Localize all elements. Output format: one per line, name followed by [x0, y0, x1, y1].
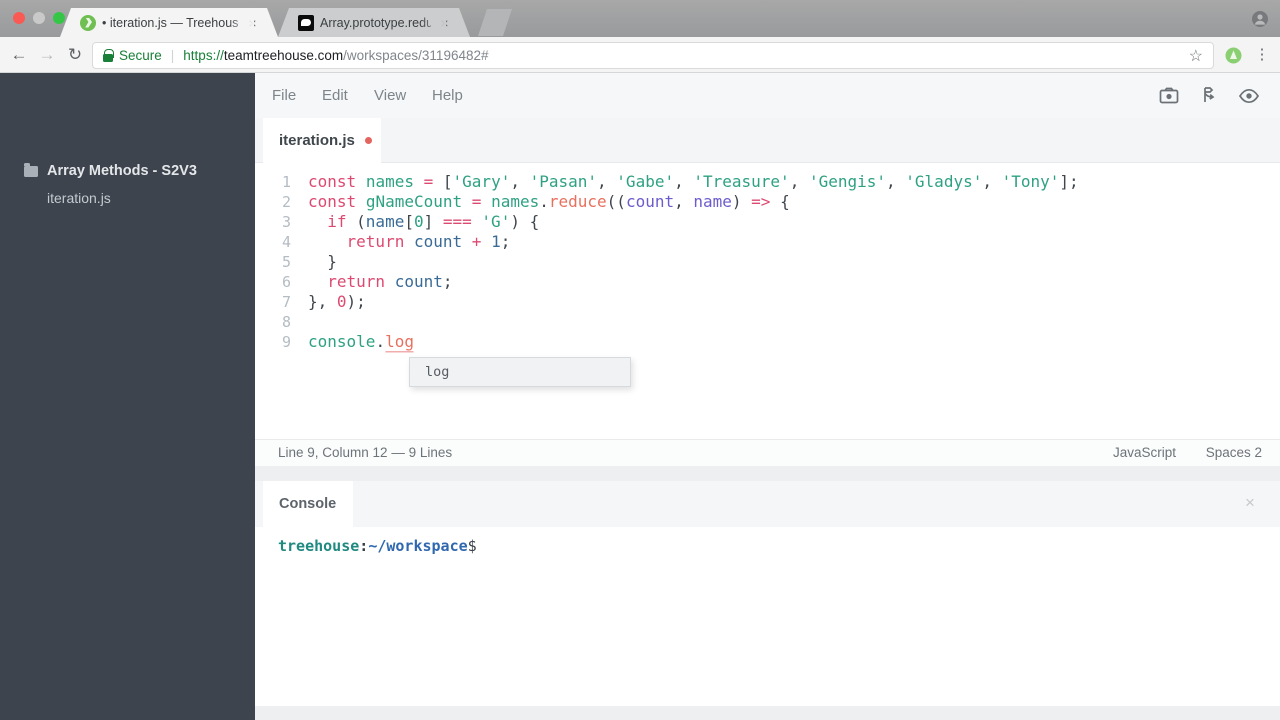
code-text: console.log	[308, 332, 414, 351]
menu-view[interactable]: View	[374, 73, 406, 118]
browser-tab-mdn[interactable]: Array.prototype.reduce() - Jav ×	[278, 8, 470, 37]
cursor-position-status: Line 9, Column 12 — 9 Lines	[278, 445, 453, 460]
close-window-button[interactable]	[13, 12, 25, 24]
bookmark-star-icon[interactable]: ☆	[1189, 46, 1203, 66]
code-text: return count;	[327, 272, 453, 291]
url-scheme: https://	[183, 48, 224, 63]
unsaved-changes-dot	[364, 137, 372, 144]
prompt-symbol: $	[467, 537, 477, 555]
code-line[interactable]: 1 const names = ['Gary', 'Pasan', 'Gabe',…	[255, 172, 1280, 192]
editor-menubar: File Edit View Help	[255, 73, 1280, 118]
line-number: 3	[281, 213, 291, 231]
menu-help[interactable]: Help	[432, 73, 463, 118]
preview-eye-icon[interactable]	[1238, 85, 1260, 107]
code-text: return count + 1;	[346, 232, 511, 251]
fork-icon[interactable]	[1198, 85, 1220, 107]
line-number: 7	[281, 293, 291, 311]
folder-icon	[24, 163, 38, 177]
code-text: if (name[0] === 'G') {	[327, 212, 540, 231]
project-row[interactable]: Array Methods - S2V3	[24, 163, 197, 179]
code-text: }	[308, 252, 337, 271]
tab-title: Array.prototype.reduce() - Jav	[320, 15, 420, 30]
code-editor[interactable]: 1 const names = ['Gary', 'Pasan', 'Gabe',…	[255, 163, 1280, 439]
treehouse-extension-icon[interactable]	[1225, 47, 1242, 64]
project-name: Array Methods - S2V3	[47, 163, 197, 179]
reload-button[interactable]: ↻	[63, 43, 87, 67]
tab-title: • iteration.js — Treehouse Wor	[102, 15, 226, 30]
code-line[interactable]: 9 console.log	[255, 332, 1280, 352]
code-text: const gNameCount = names.reduce((count, …	[308, 192, 790, 211]
url-separator: |	[170, 48, 175, 63]
workspace-sidebar: Array Methods - S2V3 iteration.js	[0, 73, 255, 720]
line-number: 9	[281, 333, 291, 351]
code-line[interactable]: 7 }, 0);	[255, 292, 1280, 312]
browser-window: • iteration.js — Treehouse Wor × Array.p…	[0, 0, 1280, 720]
autocomplete-item-log[interactable]: log	[425, 364, 449, 380]
treehouse-favicon-icon	[80, 15, 96, 31]
code-line[interactable]: 6 return count;	[255, 272, 1280, 292]
editor-tab-iteration-js[interactable]: iteration.js	[263, 118, 381, 163]
line-number: 1	[281, 173, 291, 191]
url-omnibox[interactable]: Secure | https://teamtreehouse.com/works…	[92, 42, 1214, 69]
forward-button[interactable]: →	[35, 43, 59, 67]
snapshot-camera-icon[interactable]	[1158, 85, 1180, 107]
line-number: 6	[281, 273, 291, 291]
prompt-separator: :	[359, 537, 369, 555]
code-line[interactable]: 5 }	[255, 252, 1280, 272]
code-line[interactable]: 2 const gNameCount = names.reduce((count,…	[255, 192, 1280, 212]
tab-title-fade	[420, 8, 446, 37]
url-domain: teamtreehouse.com	[223, 48, 344, 63]
code-text: const names = ['Gary', 'Pasan', 'Gabe', …	[308, 172, 1079, 191]
indent-setting[interactable]: Spaces 2	[1206, 440, 1262, 466]
terminal-prompt: treehouse:~/workspace$	[278, 537, 477, 555]
prompt-user: treehouse	[278, 537, 360, 555]
language-mode[interactable]: JavaScript	[1113, 440, 1176, 466]
secure-label: Secure	[119, 48, 162, 63]
browser-tab-strip: • iteration.js — Treehouse Wor × Array.p…	[0, 0, 1280, 37]
code-line[interactable]: 4 return count + 1;	[255, 232, 1280, 252]
editor-tab-label: iteration.js	[279, 132, 355, 149]
tab-title-fade	[228, 8, 254, 37]
editor-tab-strip: iteration.js	[255, 118, 1280, 163]
profile-icon[interactable]	[1252, 11, 1268, 27]
bottom-band	[255, 706, 1280, 720]
panel-divider[interactable]	[255, 466, 1280, 481]
editor-status-bar: Line 9, Column 12 — 9 Lines JavaScript S…	[255, 439, 1280, 466]
browser-address-bar: ← → ↻ Secure | https://teamtreehouse.com…	[0, 37, 1280, 73]
code-line[interactable]: 8	[255, 312, 1280, 332]
back-button[interactable]: ←	[7, 43, 31, 67]
prompt-path: ~/workspace	[368, 537, 468, 555]
close-console-icon[interactable]: ×	[1242, 493, 1258, 513]
browser-menu-icon[interactable]: ⋮	[1252, 44, 1272, 66]
mdn-favicon-icon	[298, 15, 314, 31]
url-path: /workspaces/31196482#	[343, 48, 489, 63]
new-tab-button[interactable]	[478, 9, 512, 36]
sidebar-file-iteration-js[interactable]: iteration.js	[47, 190, 111, 206]
browser-tab-workspace[interactable]: • iteration.js — Treehouse Wor ×	[60, 8, 278, 37]
line-number: 8	[281, 313, 291, 331]
editor-panel: File Edit View Help iteration.js 1 const …	[255, 73, 1280, 720]
autocomplete-popup: log	[409, 357, 631, 387]
secure-lock-icon	[103, 49, 114, 62]
minimize-window-button[interactable]	[33, 12, 45, 24]
menu-edit[interactable]: Edit	[322, 73, 348, 118]
maximize-window-button[interactable]	[53, 12, 65, 24]
console-header: Console ×	[255, 481, 1280, 527]
console-tab[interactable]: Console	[263, 481, 353, 527]
code-text: }, 0);	[308, 292, 366, 311]
line-number: 2	[281, 193, 291, 211]
code-line[interactable]: 3 if (name[0] === 'G') {	[255, 212, 1280, 232]
line-number: 5	[281, 253, 291, 271]
console-output[interactable]: treehouse:~/workspace$	[255, 527, 1280, 706]
line-number: 4	[281, 233, 291, 251]
window-controls	[13, 12, 65, 24]
menu-file[interactable]: File	[272, 73, 296, 118]
